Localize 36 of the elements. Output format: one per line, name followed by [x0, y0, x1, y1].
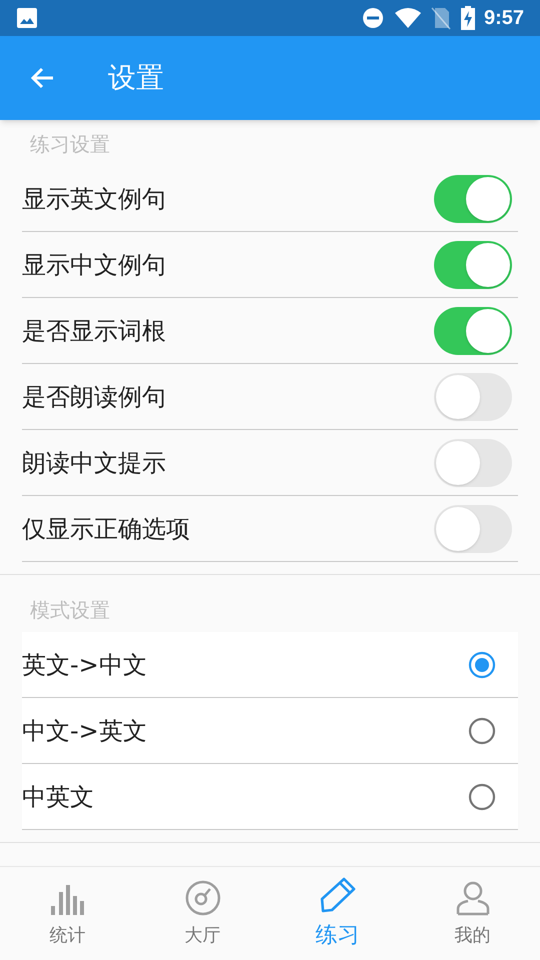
wifi-icon [394, 7, 422, 29]
toggle-switch[interactable] [434, 504, 512, 552]
toggle-switch[interactable] [434, 306, 512, 354]
no-sim-icon [430, 6, 452, 30]
image-icon [16, 7, 38, 29]
setting-label: 仅显示正确选项 [22, 514, 191, 544]
radio-button[interactable] [468, 782, 496, 810]
setting-label: 是否朗读例句 [22, 382, 167, 412]
setting-label: 显示中文例句 [22, 250, 167, 280]
setting-label: 朗读中文提示 [22, 448, 167, 478]
setting-label: 显示英文例句 [22, 184, 167, 214]
nav-tab[interactable]: 统计 [0, 867, 135, 960]
toggle-switch[interactable] [434, 372, 512, 420]
mode-option[interactable]: 中英文 [22, 764, 518, 830]
battery-charging-icon [460, 6, 476, 30]
toggle-switch[interactable] [434, 240, 512, 288]
user-icon [456, 880, 490, 916]
radio-button[interactable] [468, 716, 496, 744]
radio-button[interactable] [468, 650, 496, 678]
nav-tab[interactable]: 大厅 [135, 867, 270, 960]
mode-option[interactable]: 英文->中文 [22, 632, 518, 698]
section-header: 练习设置 [29, 131, 111, 158]
screen-title: 设置 [108, 60, 164, 96]
mode-option[interactable]: 中文->英文 [22, 698, 518, 764]
toggle-switch[interactable] [434, 174, 512, 222]
toggle-switch[interactable] [434, 438, 512, 486]
setting-label: 是否显示词根 [22, 316, 167, 346]
bar-chart-icon [50, 882, 86, 916]
back-arrow-icon [29, 66, 55, 90]
pencil-icon [318, 877, 356, 913]
nav-tab[interactable]: 练习 [270, 867, 405, 960]
gauge-icon [184, 880, 220, 916]
status-time: 9:57 [484, 6, 524, 31]
do-not-disturb-icon [362, 7, 384, 29]
nav-tab[interactable]: 我的 [405, 867, 540, 960]
section-header: 模式设置 [29, 596, 111, 624]
